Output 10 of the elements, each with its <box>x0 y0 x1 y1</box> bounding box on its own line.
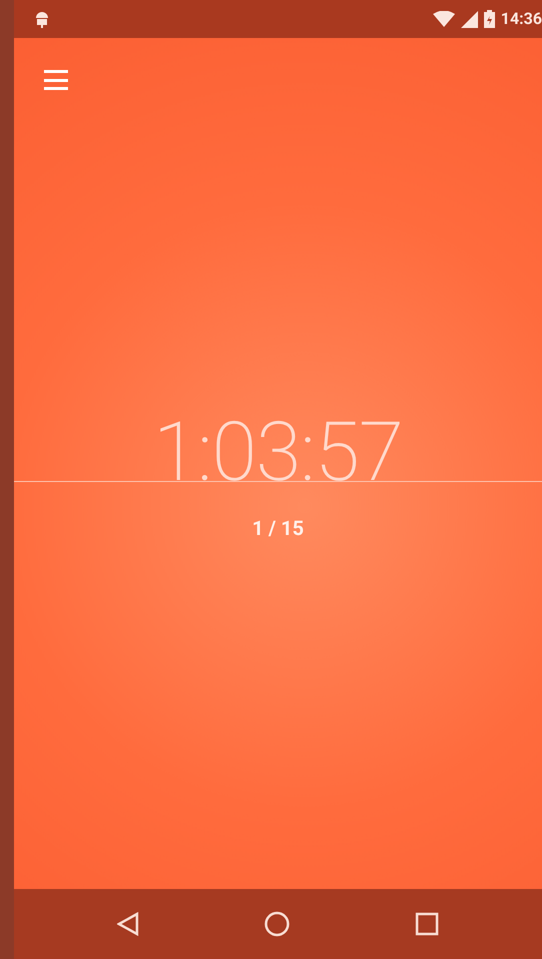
round-counter: 1 / 15 <box>252 514 304 542</box>
timer-display: 1:03:57 <box>153 408 403 496</box>
android-icon <box>34 10 50 28</box>
status-time: 14:36 <box>500 8 542 30</box>
signal-icon <box>460 10 478 28</box>
back-button[interactable] <box>116 912 139 936</box>
wifi-icon <box>432 11 455 27</box>
home-button[interactable] <box>264 911 290 937</box>
recents-button[interactable] <box>415 912 440 936</box>
battery-icon <box>484 10 495 28</box>
